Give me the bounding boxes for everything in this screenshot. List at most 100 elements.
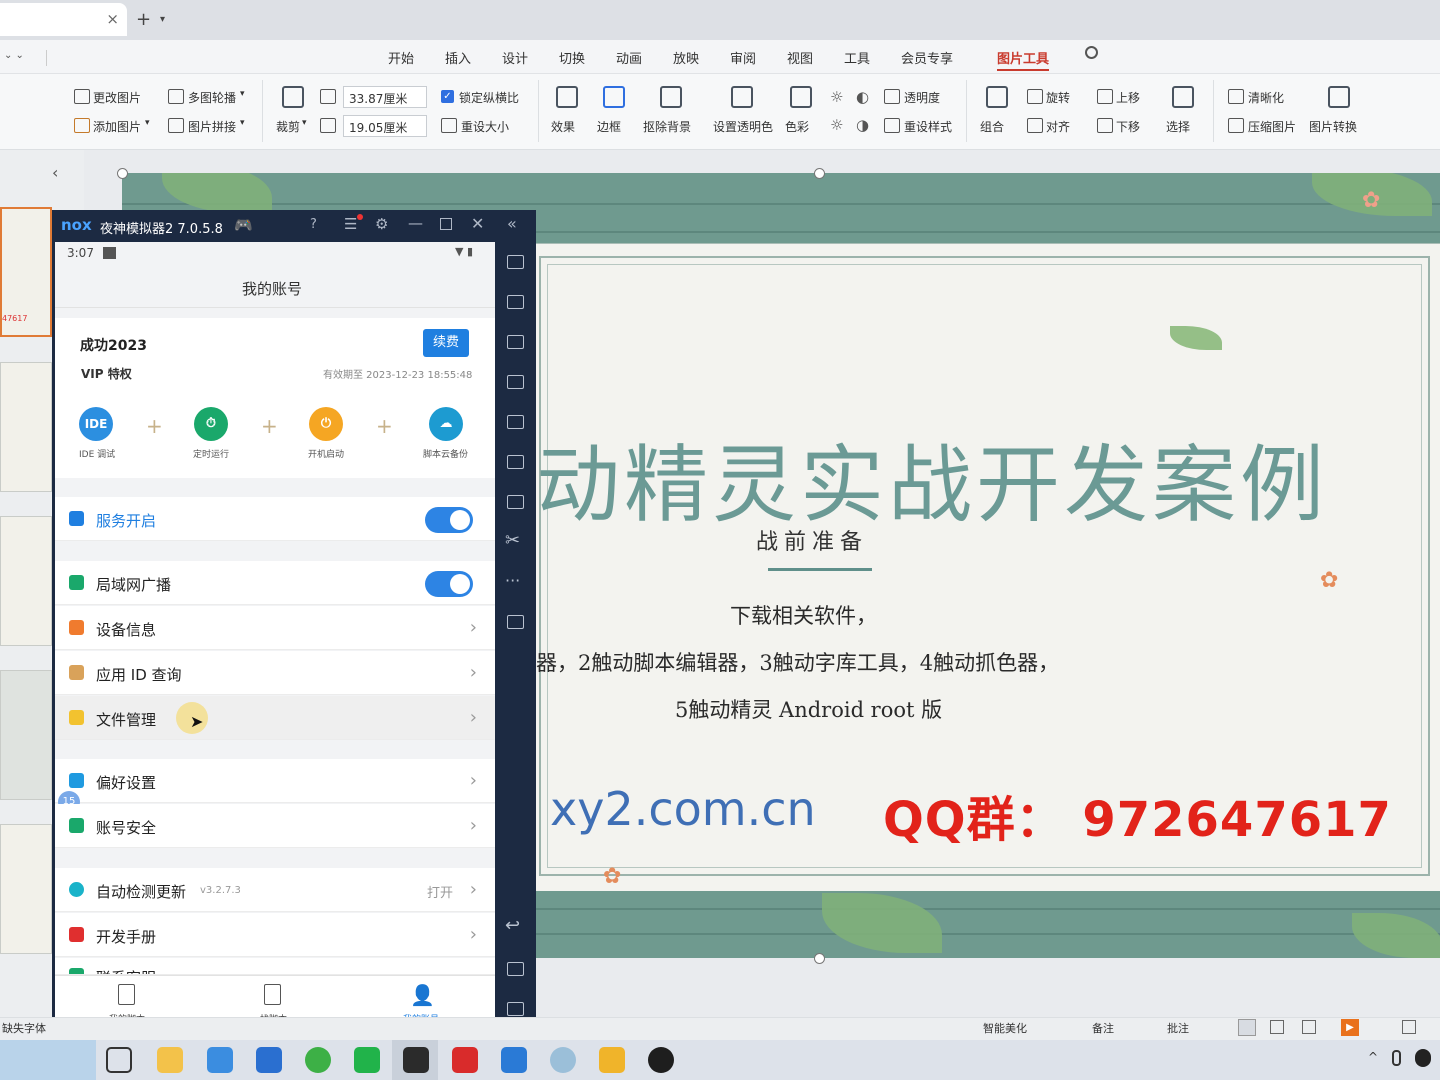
comments-button[interactable]: 批注: [1167, 1020, 1189, 1036]
add-image-button[interactable]: 添加图片: [93, 118, 141, 135]
transparency-button[interactable]: 透明度: [904, 89, 940, 106]
search-icon[interactable]: [1085, 46, 1098, 59]
close-icon[interactable]: ✕: [471, 214, 484, 233]
border-button[interactable]: 边框: [597, 118, 621, 135]
brightness-up-icon[interactable]: ☼: [830, 88, 843, 106]
more-icon[interactable]: ···: [505, 571, 520, 590]
emulator-app-icon[interactable]: [403, 1047, 429, 1073]
play-icon[interactable]: ▶: [1341, 1019, 1359, 1036]
slide-thumbnail[interactable]: [0, 516, 52, 646]
qq-icon[interactable]: [1415, 1049, 1431, 1067]
close-tab-icon[interactable]: ×: [106, 10, 119, 28]
menu-tools[interactable]: 工具: [844, 48, 870, 67]
document-tab[interactable]: ×: [0, 3, 127, 36]
menu-insert[interactable]: 插入: [445, 48, 471, 67]
contrast-up-icon[interactable]: ◐: [856, 88, 869, 106]
rotate-button[interactable]: 旋转: [1046, 89, 1070, 106]
lock-ratio-checkbox[interactable]: ✓: [441, 90, 454, 103]
menu-slideshow[interactable]: 放映: [673, 48, 699, 67]
chevron-down-icon[interactable]: ▾: [145, 118, 150, 128]
contact-row[interactable]: 联系客服: [55, 958, 495, 975]
collapse-panel-icon[interactable]: ‹: [52, 163, 58, 182]
help-icon[interactable]: ?: [310, 217, 317, 232]
ts-editor-icon[interactable]: [501, 1047, 527, 1073]
chevron-down-icon[interactable]: ⌄ ⌄: [4, 50, 24, 61]
move-down-button[interactable]: 下移: [1116, 118, 1140, 135]
menu-picture-tools[interactable]: 图片工具: [997, 48, 1049, 67]
height-field[interactable]: 19.05厘米: [343, 115, 427, 137]
reset-style-button[interactable]: 重设样式: [904, 118, 952, 135]
fit-window-icon[interactable]: [1402, 1020, 1416, 1034]
color-button[interactable]: 色彩: [785, 118, 809, 135]
multi-instance-icon[interactable]: [507, 495, 524, 509]
change-image-button[interactable]: 更改图片: [93, 89, 141, 106]
smart-beautify-button[interactable]: 智能美化: [983, 1020, 1027, 1036]
apk-install-icon[interactable]: [507, 455, 524, 469]
new-tab-button[interactable]: +: [136, 9, 151, 30]
fullscreen-icon[interactable]: [507, 255, 524, 269]
reset-size-button[interactable]: 重设大小: [461, 118, 509, 135]
account-security-row[interactable]: 账号安全 ›: [55, 804, 495, 848]
gear-icon[interactable]: ⚙: [375, 215, 388, 233]
device-info-row[interactable]: 设备信息 ›: [55, 606, 495, 650]
resize-handle[interactable]: [117, 168, 128, 179]
share-icon[interactable]: [507, 615, 524, 629]
ide-debug-icon[interactable]: IDE: [79, 407, 113, 441]
crop-button[interactable]: 裁剪: [276, 118, 300, 135]
compress-image-button[interactable]: 压缩图片: [1248, 118, 1296, 135]
wps-icon[interactable]: [452, 1047, 478, 1073]
volume-up-icon[interactable]: [507, 335, 524, 349]
chevron-down-icon[interactable]: ▾: [240, 89, 245, 99]
maximize-icon[interactable]: [440, 218, 452, 230]
file-manage-row[interactable]: 文件管理 ›: [55, 696, 495, 740]
chevron-up-icon[interactable]: ^: [1368, 1050, 1378, 1064]
multi-carousel-button[interactable]: 多图轮播: [188, 89, 236, 106]
missing-font-status[interactable]: 缺失字体: [2, 1020, 46, 1036]
notes-button[interactable]: 备注: [1092, 1020, 1114, 1036]
lan-broadcast-toggle[interactable]: [425, 571, 473, 597]
wechat-icon[interactable]: [354, 1047, 380, 1073]
width-field[interactable]: 33.87厘米: [343, 86, 427, 108]
slide-thumbnail[interactable]: [0, 362, 52, 492]
recent-apps-icon[interactable]: [507, 1002, 524, 1016]
cloud-backup-icon[interactable]: ☁: [429, 407, 463, 441]
gamepad-icon[interactable]: 🎮: [234, 216, 253, 234]
volume-down-icon[interactable]: [507, 375, 524, 389]
effects-button[interactable]: 效果: [551, 118, 575, 135]
task-view-icon[interactable]: [106, 1047, 132, 1073]
mail-icon[interactable]: [256, 1047, 282, 1073]
menu-member[interactable]: 会员专享: [901, 48, 953, 67]
menu-review[interactable]: 审阅: [730, 48, 756, 67]
brightness-down-icon[interactable]: ☼: [830, 116, 843, 134]
record-icon[interactable]: [648, 1047, 674, 1073]
menu-transition[interactable]: 切换: [559, 48, 585, 67]
color-picker-icon[interactable]: [550, 1047, 576, 1073]
screen-icon[interactable]: [507, 415, 524, 429]
minimize-icon[interactable]: —: [408, 214, 423, 232]
auto-update-row[interactable]: 自动检测更新 v3.2.7.3 打开 ›: [55, 868, 495, 912]
menu-start[interactable]: 开始: [388, 48, 414, 67]
file-explorer-icon[interactable]: [157, 1047, 183, 1073]
dev-manual-row[interactable]: 开发手册 ›: [55, 913, 495, 957]
back-icon[interactable]: ↩: [505, 915, 520, 936]
home-icon[interactable]: [507, 962, 524, 976]
menu-design[interactable]: 设计: [502, 48, 528, 67]
font-tool-icon[interactable]: [599, 1047, 625, 1073]
chevron-down-icon[interactable]: ▾: [160, 14, 165, 25]
remove-background-button[interactable]: 抠除背景: [643, 118, 691, 135]
chevron-down-icon[interactable]: ▾: [240, 118, 245, 128]
slide-thumbnail[interactable]: [0, 670, 52, 800]
resize-handle[interactable]: [814, 953, 825, 964]
menu-icon[interactable]: ☰: [344, 215, 357, 233]
resize-handle[interactable]: [814, 168, 825, 179]
contrast-down-icon[interactable]: ◑: [856, 116, 869, 134]
sharpen-button[interactable]: 清晰化: [1248, 89, 1284, 106]
slide-thumbnail[interactable]: 47617: [0, 207, 52, 337]
microphone-icon[interactable]: [1392, 1050, 1401, 1066]
menu-view[interactable]: 视图: [787, 48, 813, 67]
image-splice-button[interactable]: 图片拼接: [188, 118, 236, 135]
select-button[interactable]: 选择: [1166, 118, 1190, 135]
image-convert-button[interactable]: 图片转换: [1309, 118, 1357, 135]
collapse-sidebar-icon[interactable]: «: [507, 214, 517, 233]
power-icon[interactable]: ⏻: [309, 407, 343, 441]
